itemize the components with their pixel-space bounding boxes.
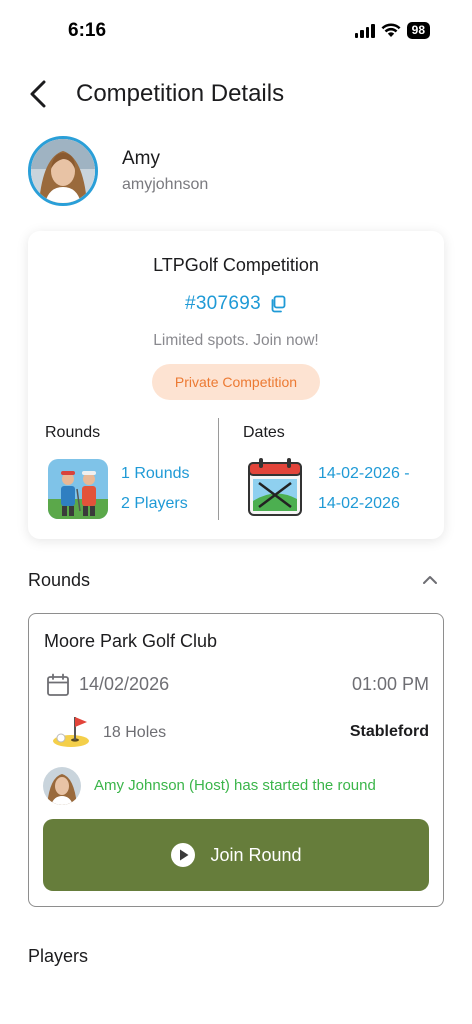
join-round-button[interactable]: Join Round	[43, 819, 429, 891]
profile-username: amyjohnson	[122, 176, 209, 193]
status-bar: 6:16 98	[0, 0, 472, 62]
round-time: 01:00 PM	[351, 674, 429, 694]
competition-card: LTPGolf Competition #307693 Limited spot…	[28, 231, 444, 539]
status-icons: 98	[354, 22, 430, 39]
chevron-up-icon	[423, 576, 437, 584]
competition-id-row: #307693	[28, 293, 444, 315]
golfers-icon	[48, 459, 108, 519]
competition-id: #307693	[184, 293, 262, 314]
rounds-collapse-button[interactable]	[420, 572, 440, 588]
profile-name: Amy	[122, 148, 160, 169]
play-icon	[171, 843, 196, 867]
rounds-count: 1 Rounds	[121, 465, 190, 482]
status-time: 6:16	[68, 20, 107, 41]
join-round-label: Join Round	[210, 844, 302, 865]
calendar-golf-icon	[247, 457, 303, 517]
dates-label: Dates	[243, 424, 285, 441]
round-card[interactable]: Moore Park Golf Club 14/02/2026 01:00 PM…	[28, 613, 444, 907]
host-status: Amy Johnson (Host) has started the round	[94, 777, 376, 794]
rounds-section-title: Rounds	[28, 570, 91, 590]
header: Competition Details	[0, 72, 472, 116]
host-avatar	[43, 767, 81, 805]
back-chevron-icon	[30, 80, 46, 108]
golf-hole-icon	[53, 717, 89, 747]
players-count: 2 Players	[121, 495, 188, 512]
date-start: 14-02-2026 -	[318, 465, 410, 482]
players-section-title: Players	[28, 946, 89, 966]
rounds-label: Rounds	[45, 424, 101, 441]
wifi-icon	[381, 23, 401, 37]
date-end: 14-02-2026	[318, 495, 400, 512]
back-button[interactable]	[22, 78, 54, 110]
signal-icon	[354, 23, 375, 38]
round-format: Stableford	[349, 723, 429, 740]
round-date: 14/02/2026	[79, 674, 170, 694]
competition-tagline: Limited spots. Join now!	[153, 332, 319, 349]
copy-icon[interactable]	[269, 295, 287, 313]
battery-indicator: 98	[406, 22, 430, 39]
vertical-divider	[218, 418, 219, 520]
profile: Amy amyjohnson	[28, 136, 208, 206]
avatar[interactable]	[28, 136, 98, 206]
private-competition-badge: Private Competition	[152, 364, 320, 400]
competition-title: LTPGolf Competition	[153, 255, 319, 275]
holes-count: 18 Holes	[103, 724, 167, 741]
page-title: Competition Details	[76, 80, 285, 107]
club-name: Moore Park Golf Club	[44, 631, 218, 651]
calendar-icon	[47, 673, 69, 696]
